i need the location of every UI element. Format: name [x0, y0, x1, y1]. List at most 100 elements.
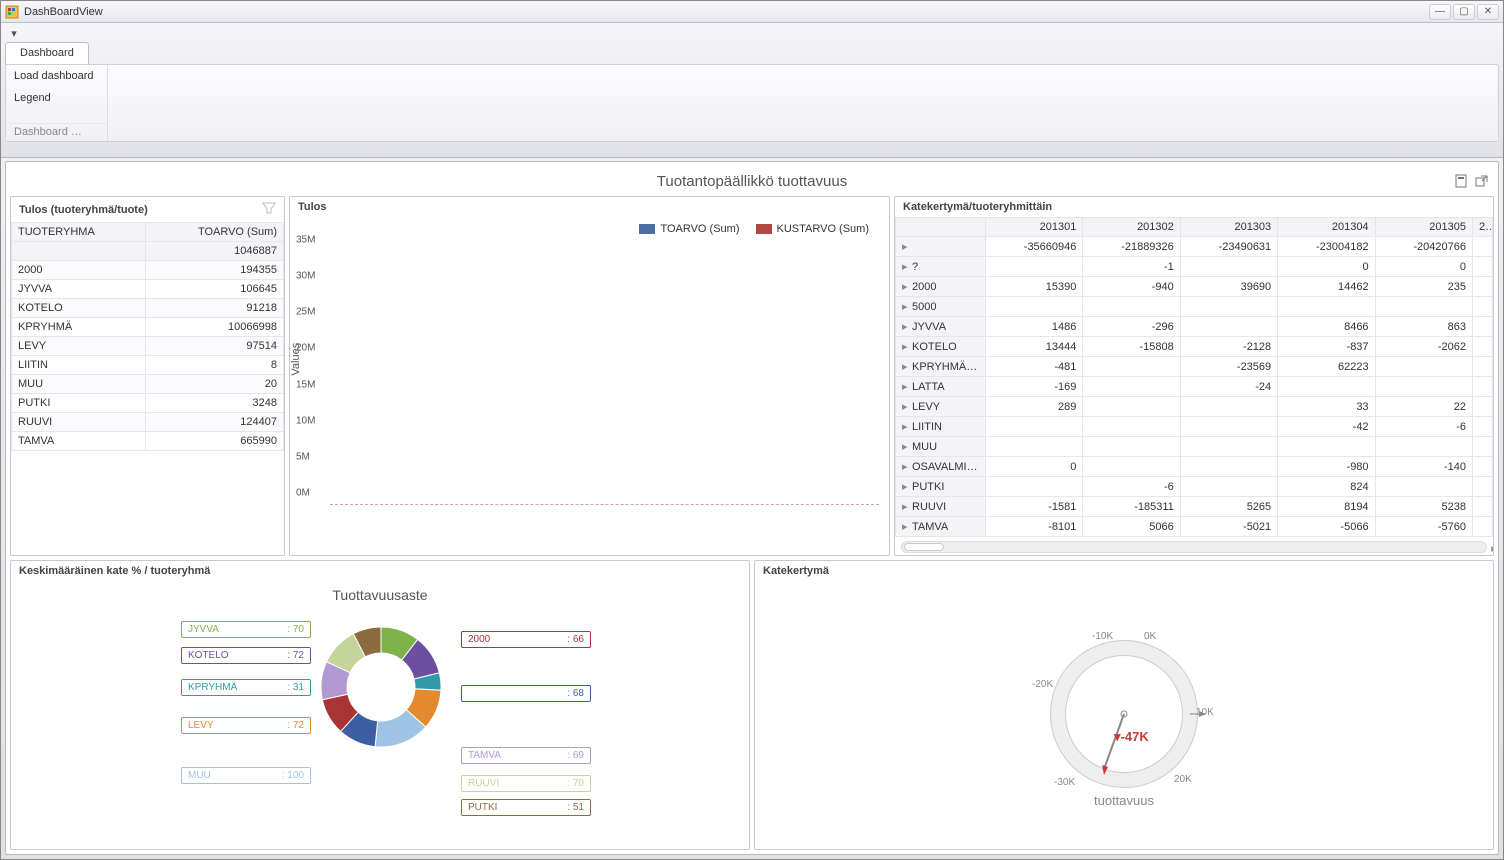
- horizontal-scrollbar[interactable]: ▸: [901, 541, 1487, 553]
- y-tick: 5M: [296, 451, 310, 462]
- table-row[interactable]: ▸MUU: [896, 437, 1493, 457]
- table-row[interactable]: ▸?-100: [896, 257, 1493, 277]
- table-row[interactable]: ▸KOTELO13444-15808-2128-837-2062: [896, 337, 1493, 357]
- kate-grid[interactable]: 2013012013022013032013042013052. ▸-35660…: [895, 217, 1493, 537]
- table-row[interactable]: ▸JYVVA1486-2968466863: [896, 317, 1493, 337]
- gauge-tick: -30K: [1054, 777, 1075, 788]
- donut-chart[interactable]: JYVVA: 70 KOTELO: 72 KPRYHMÄ: 31 LEVY: 72 MU…: [21, 607, 739, 837]
- gauge-tick: 0K: [1144, 631, 1156, 642]
- donut-legend: 2000: 66: [461, 631, 591, 648]
- filter-icon[interactable]: [262, 201, 276, 218]
- export-icon[interactable]: [1454, 173, 1470, 189]
- table-row[interactable]: KPRYHMÄ10066998: [12, 318, 284, 337]
- col-tuoteryhma[interactable]: TUOTERYHMA: [12, 223, 146, 242]
- minimize-button[interactable]: —: [1429, 4, 1451, 20]
- tab-dashboard[interactable]: Dashboard: [5, 42, 89, 64]
- table-row[interactable]: ▸RUUVI-1581-185311526581945238: [896, 497, 1493, 517]
- donut-legend: MUU: 100: [181, 767, 311, 784]
- ribbon-item-legend[interactable]: Legend: [6, 87, 107, 109]
- table-row[interactable]: ▸KPRYHMÄ …-481-2356962223: [896, 357, 1493, 377]
- table-row[interactable]: KOTELO91218: [12, 299, 284, 318]
- panel-title: Keskimääräinen kate % / tuoteryhmä: [19, 565, 210, 577]
- panel-title: Tulos: [298, 201, 327, 213]
- x-axis-labels: 2012012012052012092012132012172012212012…: [330, 542, 879, 552]
- bar-chart[interactable]: 0M5M10M15M20M25M30M35M: [330, 251, 879, 505]
- y-tick: 30M: [296, 271, 315, 282]
- table-row[interactable]: LIITIN8: [12, 356, 284, 375]
- table-row[interactable]: ▸5000: [896, 297, 1493, 317]
- chart-legend: TOARVO (Sum) KUSTARVO (Sum): [290, 217, 889, 237]
- panel-donut: Keskimääräinen kate % / tuoteryhmä Tuott…: [10, 560, 750, 850]
- donut-legend: JYVVA: 70: [181, 621, 311, 638]
- donut-legend: LEVY: 72: [181, 717, 311, 734]
- gauge-tick: -10K: [1092, 631, 1113, 642]
- legend-toarvo: TOARVO (Sum): [639, 223, 739, 235]
- table-row[interactable]: ▸OSAVALMIST…0-980-140: [896, 457, 1493, 477]
- pivot-col[interactable]: 201301: [986, 218, 1083, 237]
- panel-gauge: Katekertymä: [754, 560, 1494, 850]
- scroll-thumb[interactable]: [904, 543, 944, 551]
- detach-icon[interactable]: [1474, 173, 1490, 189]
- table-row[interactable]: RUUVI124407: [12, 413, 284, 432]
- table-row[interactable]: ▸TAMVA-81015066-5021-5066-5760: [896, 517, 1493, 537]
- table-row[interactable]: ▸PUTKI-6824: [896, 477, 1493, 497]
- gauge-chart[interactable]: -10K 0K 10K -20K 20K -30K ▾-47K tuottavu…: [755, 581, 1493, 849]
- y-tick: 25M: [296, 307, 315, 318]
- titlebar: DashBoardView — ▢ ✕: [1, 1, 1503, 23]
- table-row[interactable]: TAMVA665990: [12, 432, 284, 451]
- donut-legend: : 68: [461, 685, 591, 702]
- legend-kustarvo: KUSTARVO (Sum): [756, 223, 870, 235]
- close-button[interactable]: ✕: [1477, 4, 1499, 20]
- gauge-tick: -20K: [1032, 679, 1053, 690]
- ribbon-item-load-dashboard[interactable]: Load dashboard: [6, 65, 107, 87]
- table-row[interactable]: JYVVA106645: [12, 280, 284, 299]
- table-row[interactable]: 2000194355: [12, 261, 284, 280]
- pivot-col[interactable]: 201302: [1083, 218, 1180, 237]
- table-row[interactable]: PUTKI3248: [12, 394, 284, 413]
- table-row[interactable]: ▸200015390-9403969014462235: [896, 277, 1493, 297]
- ribbon-group-dashboard: Load dashboard Legend Dashboard …: [6, 65, 108, 141]
- table-row[interactable]: ▸-35660946-21889326-23490631-23004182-20…: [896, 237, 1493, 257]
- maximize-button[interactable]: ▢: [1453, 4, 1475, 20]
- panel-title: Katekertymä/tuoteryhmittäin: [903, 201, 1052, 213]
- donut-legend: RUUVI: 70: [461, 775, 591, 792]
- panel-title: Katekertymä: [763, 565, 829, 577]
- donut-legend: KPRYHMÄ: 31: [181, 679, 311, 696]
- pivot-col[interactable]: 201304: [1278, 218, 1375, 237]
- table-row[interactable]: ▸LATTA-169-24: [896, 377, 1493, 397]
- pivot-col-more[interactable]: 2.: [1473, 218, 1493, 237]
- scroll-right-icon[interactable]: ▸: [1488, 542, 1493, 554]
- y-tick: 20M: [296, 343, 315, 354]
- donut-legend: TAMVA: 69: [461, 747, 591, 764]
- y-tick: 0M: [296, 488, 310, 499]
- col-toarvo-sum[interactable]: TOARVO (Sum): [146, 223, 284, 242]
- tulos-grid[interactable]: TUOTERYHMA TOARVO (Sum) 1046887200019435…: [11, 222, 284, 451]
- app-icon: [5, 5, 19, 19]
- table-row[interactable]: MUU20: [12, 375, 284, 394]
- window-title: DashBoardView: [24, 6, 1429, 18]
- table-row[interactable]: ▸LIITIN-42-6: [896, 417, 1493, 437]
- panel-kate-table: Katekertymä/tuoteryhmittäin 201301201302…: [894, 196, 1494, 556]
- donut-legend: KOTELO: 72: [181, 647, 311, 664]
- panel-tulos-chart: Tulos TOARVO (Sum) KUSTARVO (Sum) Values…: [289, 196, 890, 556]
- ribbon-group-label: Dashboard …: [6, 123, 107, 141]
- gauge-value: -47K: [1121, 729, 1149, 744]
- y-tick: 35M: [296, 235, 315, 246]
- panel-tulos-table: Tulos (tuoteryhmä/tuote) TUOTERYHMA TOAR…: [10, 196, 285, 556]
- panel-title: Tulos (tuoteryhmä/tuote): [19, 204, 148, 216]
- table-row[interactable]: 1046887: [12, 242, 284, 261]
- ribbon-quickaccess-dropdown[interactable]: ▾: [5, 26, 23, 40]
- gauge-tick: 10K: [1196, 707, 1214, 718]
- donut-legend: PUTKI: 51: [461, 799, 591, 816]
- pivot-col[interactable]: 201305: [1375, 218, 1472, 237]
- gauge-tick: 20K: [1174, 774, 1192, 785]
- dashboard-title: Tuotantopäällikkö tuottavuus: [657, 173, 847, 190]
- y-tick: 15M: [296, 379, 315, 390]
- table-row[interactable]: LEVY97514: [12, 337, 284, 356]
- table-row[interactable]: ▸LEVY2893322: [896, 397, 1493, 417]
- donut-title: Tuottavuusaste: [21, 587, 739, 603]
- pivot-col[interactable]: 201303: [1180, 218, 1277, 237]
- y-tick: 10M: [296, 415, 315, 426]
- gauge-label: tuottavuus: [1034, 793, 1214, 808]
- ribbon: ▾ Dashboard Load dashboard Legend Dashbo…: [1, 23, 1503, 158]
